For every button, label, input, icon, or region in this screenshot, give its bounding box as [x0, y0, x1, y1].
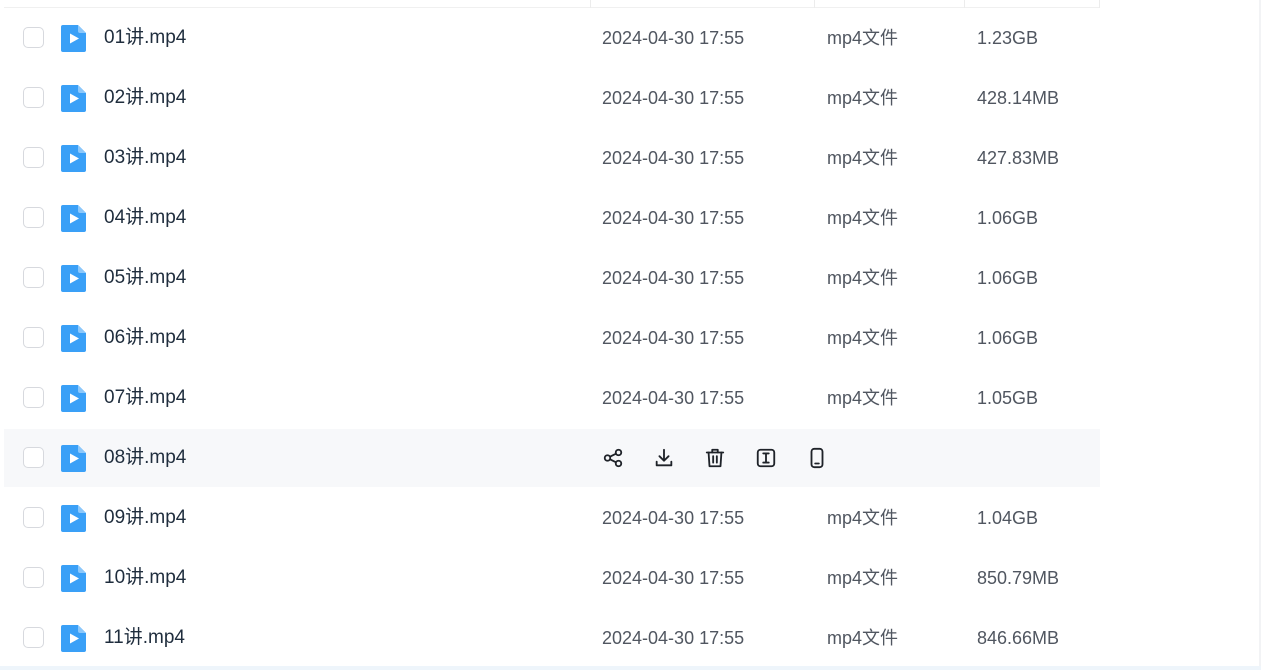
file-size: 846.66MB [977, 628, 1060, 648]
file-row[interactable]: 09讲.mp4 2024-04-30 17:55 mp4文件 1.04GB [4, 489, 1100, 547]
video-file-icon [61, 205, 86, 232]
file-size: 1.23GB [977, 28, 1039, 48]
modified-time: 2024-04-30 17:55 [602, 268, 745, 288]
file-size: 1.06GB [977, 208, 1039, 228]
file-row[interactable]: 01讲.mp4 2024-04-30 17:55 mp4文件 1.23GB [4, 9, 1100, 67]
row-checkbox[interactable] [23, 327, 44, 348]
video-file-icon [61, 85, 86, 112]
file-row[interactable]: 06讲.mp4 2024-04-30 17:55 mp4文件 1.06GB [4, 309, 1100, 367]
file-name[interactable]: 05讲.mp4 [104, 267, 186, 289]
file-name[interactable]: 10讲.mp4 [104, 567, 186, 589]
modified-time: 2024-04-30 17:55 [602, 208, 745, 228]
video-file-icon [61, 25, 86, 52]
file-size: 428.14MB [977, 88, 1060, 108]
file-type: mp4文件 [827, 88, 899, 108]
file-name[interactable]: 04讲.mp4 [104, 207, 186, 229]
row-checkbox[interactable] [23, 447, 44, 468]
modified-time: 2024-04-30 17:55 [602, 328, 745, 348]
column-divider[interactable] [590, 0, 591, 8]
file-name[interactable]: 11讲.mp4 [104, 627, 185, 649]
file-type: mp4文件 [827, 268, 899, 288]
modified-time: 2024-04-30 17:55 [602, 28, 745, 48]
file-size: 1.06GB [977, 328, 1039, 348]
column-divider[interactable] [1099, 0, 1100, 8]
file-name[interactable]: 01讲.mp4 [104, 27, 186, 49]
delete-icon [704, 447, 726, 469]
video-file-icon [61, 145, 86, 172]
download-button[interactable] [652, 446, 676, 470]
row-actions [601, 446, 829, 470]
file-type: mp4文件 [827, 148, 899, 168]
file-type: mp4文件 [827, 568, 899, 588]
row-checkbox[interactable] [23, 267, 44, 288]
modified-time: 2024-04-30 17:55 [602, 508, 745, 528]
file-type: mp4文件 [827, 208, 899, 228]
row-checkbox[interactable] [23, 87, 44, 108]
table-header-edge [4, 0, 1100, 8]
modified-time: 2024-04-30 17:55 [602, 628, 745, 648]
video-file-icon [61, 625, 86, 652]
file-list: 01讲.mp4 2024-04-30 17:55 mp4文件 1.23GB 02讲.mp… [4, 0, 1261, 670]
file-row[interactable]: 03讲.mp4 2024-04-30 17:55 mp4文件 427.83MB [4, 129, 1100, 187]
file-type: mp4文件 [827, 28, 899, 48]
row-checkbox[interactable] [23, 27, 44, 48]
video-file-icon [61, 505, 86, 532]
download-icon [653, 447, 675, 469]
file-size: 1.06GB [977, 268, 1039, 288]
file-row[interactable]: 10讲.mp4 2024-04-30 17:55 mp4文件 850.79MB [4, 549, 1100, 607]
column-divider[interactable] [814, 0, 815, 8]
file-type: mp4文件 [827, 628, 899, 648]
list-bottom-edge [0, 666, 1261, 670]
file-size: 850.79MB [977, 568, 1060, 588]
modified-time: 2024-04-30 17:55 [602, 88, 745, 108]
file-row[interactable]: 11讲.mp4 2024-04-30 17:55 mp4文件 846.66MB [4, 609, 1100, 667]
file-type: mp4文件 [827, 388, 899, 408]
send-to-phone-icon [806, 447, 828, 469]
delete-button[interactable] [703, 446, 727, 470]
modified-time: 2024-04-30 17:55 [602, 388, 745, 408]
rename-button[interactable] [754, 446, 778, 470]
row-checkbox[interactable] [23, 567, 44, 588]
share-button[interactable] [601, 446, 625, 470]
send-to-phone-button[interactable] [805, 446, 829, 470]
file-name[interactable]: 09讲.mp4 [104, 507, 186, 529]
row-checkbox[interactable] [23, 507, 44, 528]
video-file-icon [61, 265, 86, 292]
video-file-icon [61, 325, 86, 352]
file-row[interactable]: 07讲.mp4 2024-04-30 17:55 mp4文件 1.05GB [4, 369, 1100, 427]
file-row[interactable]: 08讲.mp4 [4, 429, 1100, 487]
file-name[interactable]: 02讲.mp4 [104, 87, 186, 109]
share-icon [602, 447, 624, 469]
video-file-icon [61, 565, 86, 592]
file-row[interactable]: 04讲.mp4 2024-04-30 17:55 mp4文件 1.06GB [4, 189, 1100, 247]
file-name[interactable]: 07讲.mp4 [104, 387, 186, 409]
file-type: mp4文件 [827, 328, 899, 348]
video-file-icon [61, 445, 86, 472]
file-name[interactable]: 03讲.mp4 [104, 147, 186, 169]
column-divider[interactable] [964, 0, 965, 8]
row-checkbox[interactable] [23, 387, 44, 408]
file-row[interactable]: 05讲.mp4 2024-04-30 17:55 mp4文件 1.06GB [4, 249, 1100, 307]
row-checkbox[interactable] [23, 147, 44, 168]
file-size: 1.04GB [977, 508, 1039, 528]
file-size: 427.83MB [977, 148, 1060, 168]
modified-time: 2024-04-30 17:55 [602, 568, 745, 588]
rename-icon [755, 447, 777, 469]
video-file-icon [61, 385, 86, 412]
file-name[interactable]: 06讲.mp4 [104, 327, 186, 349]
row-checkbox[interactable] [23, 207, 44, 228]
file-type: mp4文件 [827, 508, 899, 528]
file-name[interactable]: 08讲.mp4 [104, 447, 186, 469]
modified-time: 2024-04-30 17:55 [602, 148, 745, 168]
file-size: 1.05GB [977, 388, 1039, 408]
row-checkbox[interactable] [23, 627, 44, 648]
file-row[interactable]: 02讲.mp4 2024-04-30 17:55 mp4文件 428.14MB [4, 69, 1100, 127]
